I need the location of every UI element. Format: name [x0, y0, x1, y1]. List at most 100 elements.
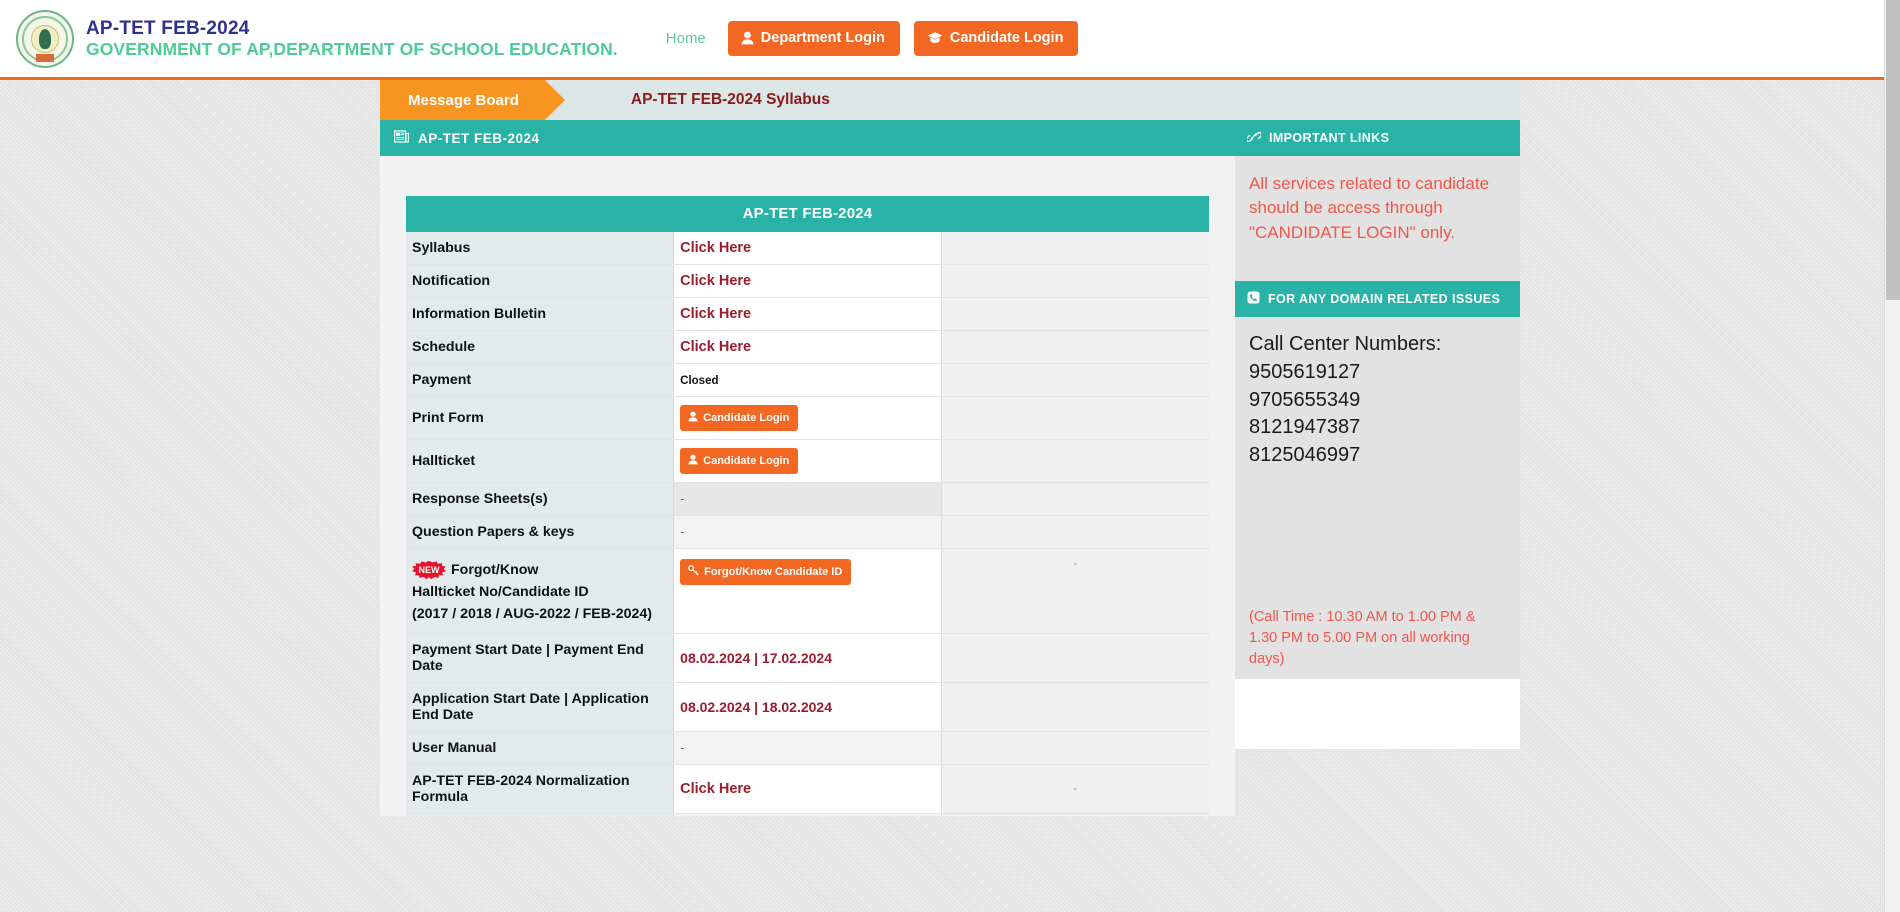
row-spacer [940, 363, 1209, 397]
user-manual-value: - [680, 740, 685, 755]
row-spacer [940, 515, 1209, 549]
tab-message-board-label: Message Board [408, 91, 519, 109]
site-title-block: AP-TET FEB-2024 GOVERNMENT OF AP,DEPARTM… [86, 18, 618, 60]
table-row: Response Sheets(s) - [406, 482, 1209, 516]
row-label: Hallticket [406, 439, 675, 483]
table-scroll-region[interactable]: AP-TET FEB-2024 Syllabus Click Here Noti… [406, 196, 1209, 816]
hallticket-candidate-login-button[interactable]: Candidate Login [680, 448, 799, 474]
main-panel-header: AP-TET FEB-2024 [380, 120, 1235, 156]
row-spacer [940, 482, 1209, 516]
table-row: Print Form Candidate Login [406, 396, 1209, 440]
row-label-forgot: NEW Forgot/Know Hallticket No/Candidate I… [406, 548, 675, 634]
sidebar: IMPORTANT LINKS All services related to … [1235, 120, 1520, 750]
call-time-note: (Call Time : 10.30 AM to 1.00 PM & 1.30 … [1235, 607, 1520, 680]
department-login-button[interactable]: Department Login [727, 21, 900, 56]
ap-government-emblem-icon [16, 9, 74, 68]
call-center-number: 8125046997 [1249, 443, 1361, 466]
newspaper-icon [393, 130, 409, 146]
new-badge: NEW [412, 560, 446, 580]
payment-dates-value: 08.02.2024 | 17.02.2024 [680, 649, 832, 666]
user-icon [688, 454, 698, 468]
phone-icon [1247, 291, 1260, 307]
row-spacer [940, 232, 1209, 265]
row-value: Click Here [673, 330, 942, 364]
row-value: 08.02.2024 | 18.02.2024 [673, 682, 942, 732]
row-label: AP-TET FEB-2024 Examination Schedule [406, 813, 675, 816]
row-value: 08.02.2024 | 17.02.2024 [673, 633, 942, 683]
page-scrollbar[interactable] [1884, 0, 1900, 912]
print-form-candidate-login-button[interactable]: Candidate Login [680, 405, 799, 431]
forgot-know-button-label: Forgot/Know Candidate ID [704, 566, 843, 578]
row-label: Syllabus [406, 232, 675, 265]
row-spacer [940, 264, 1209, 298]
main-navigation: Home Department Login Candidate Login [658, 21, 1079, 56]
row-spacer: - [940, 764, 1209, 814]
row-label: Application Start Date | Application End… [406, 682, 675, 732]
row-spacer [940, 813, 1209, 816]
row-label: User Manual [406, 731, 675, 765]
table-row: Hallticket Candidate Login [406, 439, 1209, 483]
schedule-link[interactable]: Click Here [680, 339, 751, 355]
forgot-label-line3: (2017 / 2018 / AUG-2022 / FEB-2024) [412, 606, 652, 622]
payment-status: Closed [680, 375, 719, 387]
row-value: - [673, 482, 942, 516]
syllabus-link[interactable]: Click Here [680, 240, 751, 256]
call-center-block: Call Center Numbers: 9505619127 97056553… [1249, 331, 1506, 469]
call-center-number: 8121947387 [1249, 416, 1361, 439]
forgot-know-candidate-id-button[interactable]: Forgot/Know Candidate ID [680, 559, 852, 585]
table-row: NEW Forgot/Know Hallticket No/Candidate I… [406, 548, 1209, 634]
important-links-header: IMPORTANT LINKS [1235, 120, 1520, 156]
row-spacer [940, 297, 1209, 331]
graduation-cap-icon [927, 31, 943, 45]
call-center-number: 9505619127 [1249, 361, 1361, 383]
main-panel-header-label: AP-TET FEB-2024 [418, 130, 540, 146]
sidebar-footer-space [1235, 679, 1520, 750]
forgot-label-line1: Forgot/Know [451, 562, 539, 578]
hallticket-button-label: Candidate Login [703, 455, 790, 467]
row-label: Question Papers & keys [406, 515, 675, 549]
page-subtitle: GOVERNMENT OF AP,DEPARTMENT OF SCHOOL ED… [86, 39, 618, 60]
table-row: Application Start Date | Application End… [406, 682, 1209, 732]
domain-issues-header: FOR ANY DOMAIN RELATED ISSUES [1235, 281, 1520, 318]
important-links-label: IMPORTANT LINKS [1269, 131, 1390, 145]
tab-arrow-icon [544, 80, 565, 120]
page-wrap: Message Board AP-TET FEB-2024 Syllabus A… [380, 80, 1520, 816]
table-row: Schedule Click Here [406, 330, 1209, 364]
logo-wrap [16, 9, 74, 68]
page-title: AP-TET FEB-2024 [86, 17, 250, 39]
normalization-formula-link[interactable]: Click Here [680, 781, 751, 797]
table-row: Payment Start Date | Payment End Date 08… [406, 633, 1209, 683]
response-sheets-value: - [680, 491, 685, 506]
table-title-row: AP-TET FEB-2024 [406, 196, 1209, 232]
table-row: AP-TET FEB-2024 Examination Schedule - [406, 813, 1209, 816]
table-row: User Manual - [406, 731, 1209, 765]
emblem-core [39, 28, 51, 49]
tab-strip: Message Board AP-TET FEB-2024 Syllabus [380, 80, 1520, 120]
content-row: AP-TET FEB-2024 AP-TET FEB-2024 Syllabus… [380, 120, 1520, 816]
row-value: Candidate Login [673, 439, 942, 483]
row-value: Click Here [673, 297, 942, 331]
notification-link[interactable]: Click Here [680, 273, 751, 289]
row-label: Response Sheets(s) [406, 482, 675, 516]
row-value: Click Here [673, 264, 942, 298]
row-value: Candidate Login [673, 396, 942, 440]
table-row: AP-TET FEB-2024 Normalization Formula Cl… [406, 764, 1209, 814]
row-label: Schedule [406, 330, 675, 364]
tab-message-board[interactable]: Message Board [380, 80, 545, 120]
candidate-login-button[interactable]: Candidate Login [913, 21, 1079, 56]
nav-item-home[interactable]: Home [658, 26, 714, 51]
important-links-notice: All services related to candidate should… [1249, 174, 1490, 242]
main-panel-body: AP-TET FEB-2024 Syllabus Click Here Noti… [380, 156, 1235, 816]
row-spacer [940, 731, 1209, 765]
marquee-text: AP-TET FEB-2024 Syllabus [630, 91, 830, 108]
table-row: Syllabus Click Here [406, 232, 1209, 265]
row-value: Click Here [673, 764, 942, 814]
table-row: Information Bulletin Click Here [406, 297, 1209, 331]
important-links-body: All services related to candidate should… [1235, 156, 1520, 264]
candidate-login-label: Candidate Login [949, 30, 1064, 46]
row-spacer [940, 439, 1209, 483]
information-bulletin-link[interactable]: Click Here [680, 306, 751, 322]
site-header: AP-TET FEB-2024 GOVERNMENT OF AP,DEPARTM… [0, 0, 1900, 80]
page-scrollbar-thumb[interactable] [1886, 0, 1900, 300]
row-value: Closed [673, 363, 942, 397]
